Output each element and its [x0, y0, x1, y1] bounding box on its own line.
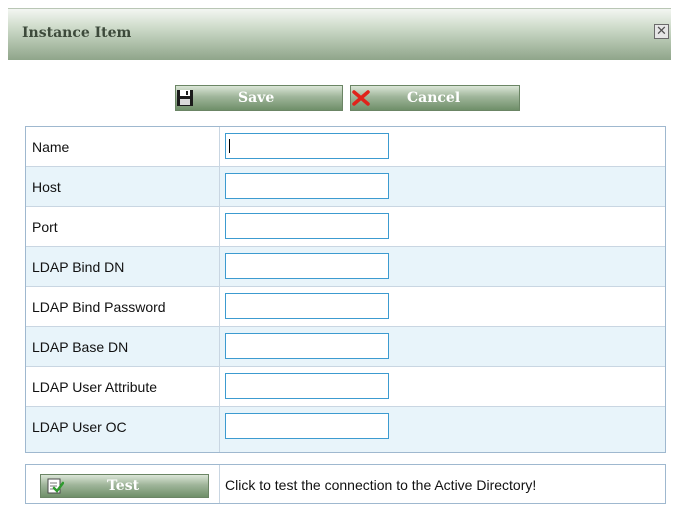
column-divider [219, 327, 220, 366]
column-divider [219, 167, 220, 206]
cancel-button[interactable]: Cancel [350, 85, 520, 111]
ldap-user-attribute-input[interactable] [225, 373, 389, 399]
instance-form-table: Name Host Port LDAP Bind DN LDAP Bind Pa… [25, 126, 666, 453]
form-row-ldap-bind-password: LDAP Bind Password [26, 287, 665, 327]
form-row-port: Port [26, 207, 665, 247]
column-divider [219, 287, 220, 326]
ldap-bind-dn-input[interactable] [225, 253, 389, 279]
save-button-label: Save [238, 90, 275, 106]
cancel-button-label: Cancel [407, 90, 461, 106]
test-button[interactable]: Test [40, 474, 209, 498]
save-button[interactable]: Save [175, 85, 343, 111]
host-input[interactable] [225, 173, 389, 199]
name-input[interactable] [225, 133, 389, 159]
port-input[interactable] [225, 213, 389, 239]
form-row-name: Name [26, 127, 665, 167]
name-label: Name [32, 139, 70, 155]
ldap-user-oc-label: LDAP User OC [32, 419, 127, 435]
text-cursor [229, 139, 230, 153]
ldap-bind-dn-label: LDAP Bind DN [32, 259, 125, 275]
column-divider [219, 247, 220, 286]
column-divider [219, 207, 220, 246]
form-row-ldap-bind-dn: LDAP Bind DN [26, 247, 665, 287]
floppy-disk-icon [177, 90, 193, 106]
host-label: Host [32, 179, 61, 195]
dialog-title: Instance Item [22, 25, 132, 41]
column-divider [219, 407, 220, 452]
red-x-icon [352, 90, 370, 106]
close-icon: ✕ [656, 24, 667, 39]
ldap-base-dn-label: LDAP Base DN [32, 339, 129, 355]
ldap-base-dn-input[interactable] [225, 333, 389, 359]
test-connection-icon [47, 478, 64, 494]
form-row-host: Host [26, 167, 665, 207]
ldap-bind-password-input[interactable] [225, 293, 389, 319]
port-label: Port [32, 219, 58, 235]
close-button[interactable]: ✕ [654, 24, 669, 39]
form-row-ldap-user-oc: LDAP User OC [26, 407, 665, 452]
column-divider [219, 465, 220, 503]
test-button-label: Test [107, 478, 140, 494]
dialog-titlebar[interactable]: Instance Item ✕ [8, 8, 671, 60]
column-divider [219, 127, 220, 166]
form-row-ldap-base-dn: LDAP Base DN [26, 327, 665, 367]
ldap-bind-password-label: LDAP Bind Password [32, 299, 166, 315]
column-divider [219, 367, 220, 406]
ldap-user-attribute-label: LDAP User Attribute [32, 379, 158, 395]
ldap-user-oc-input[interactable] [225, 413, 389, 439]
test-hint-text: Click to test the connection to the Acti… [225, 477, 537, 493]
instance-item-dialog: Instance Item ✕ Save Cancel Name Host Po… [0, 0, 673, 522]
test-connection-row: Test Click to test the connection to the… [25, 464, 666, 504]
form-row-ldap-user-attribute: LDAP User Attribute [26, 367, 665, 407]
